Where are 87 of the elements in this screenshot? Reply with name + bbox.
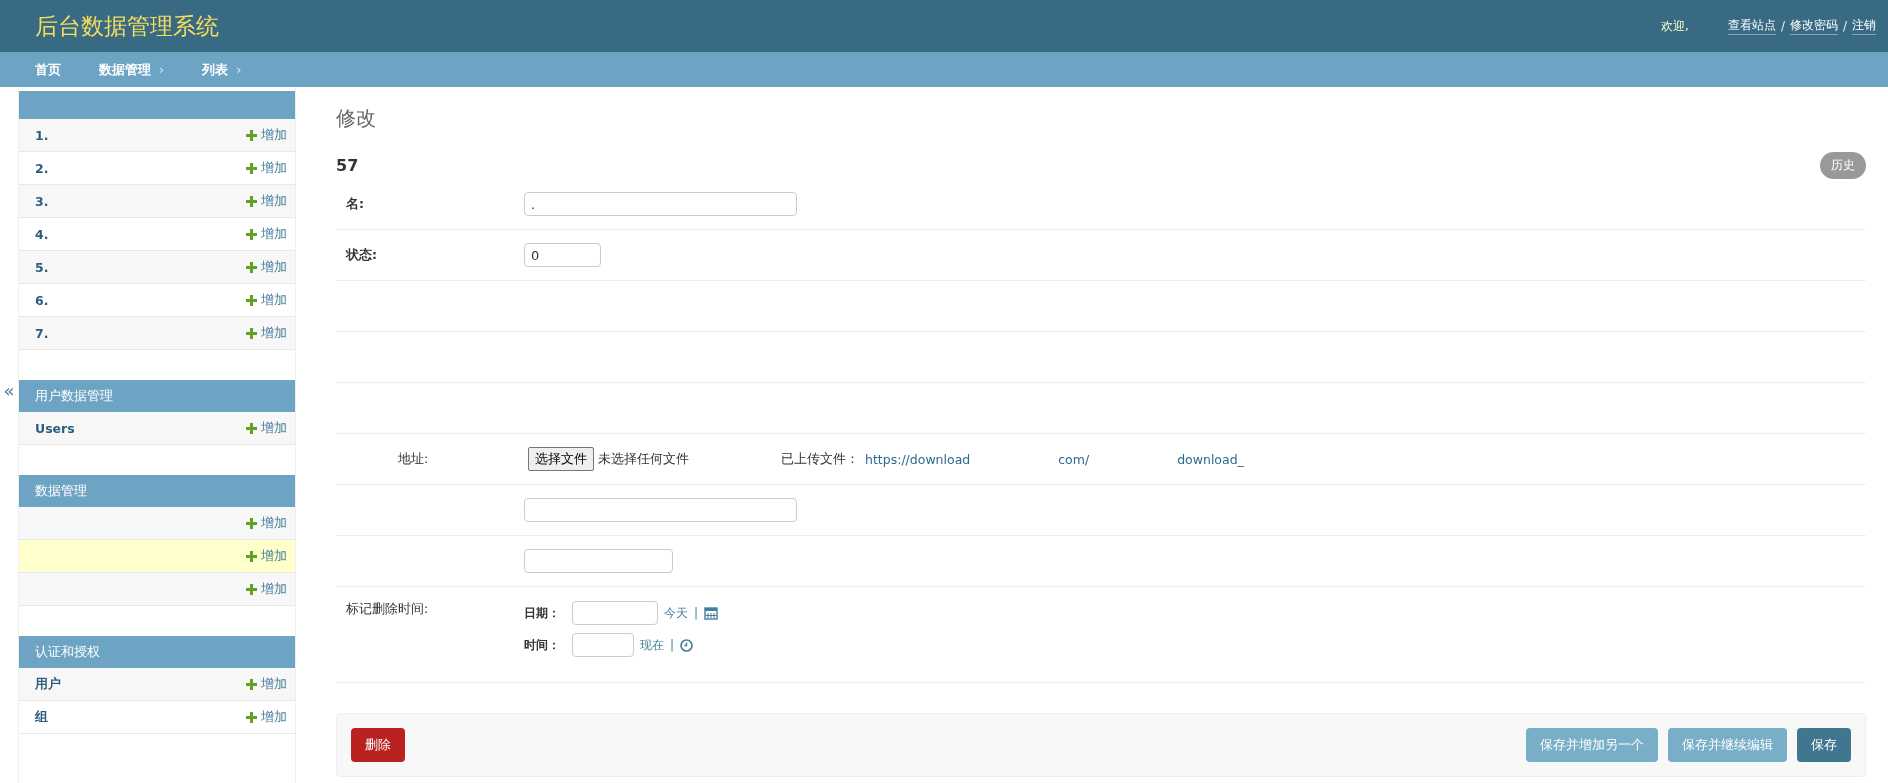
add-link[interactable]: 增加 xyxy=(246,547,287,565)
choose-file-button[interactable]: 选择文件 xyxy=(528,447,594,471)
text-field[interactable]: . xyxy=(524,192,797,216)
field-label: 标记删除时间: xyxy=(345,601,430,618)
field-label: 名: xyxy=(345,195,365,213)
date-label: 日期： xyxy=(524,604,561,622)
delete-button[interactable]: 删除 xyxy=(351,728,405,762)
file-link[interactable]: https://download xyxy=(865,451,971,467)
field-label: 状态: xyxy=(344,246,378,264)
plus-icon xyxy=(246,678,257,690)
calendar-icon[interactable] xyxy=(704,606,719,620)
welcome-text: 欢迎, xyxy=(1661,17,1689,35)
breadcrumb-separator: › xyxy=(159,62,165,77)
sidebar-item[interactable]: 7. 增加 xyxy=(19,317,295,350)
module-header: 数据管理 xyxy=(19,475,295,507)
sidebar-toggle[interactable]: « xyxy=(3,379,15,401)
model-link[interactable]: 用户 xyxy=(35,675,61,693)
add-link[interactable]: 增加 xyxy=(246,126,287,144)
divider-text: | xyxy=(670,638,675,652)
add-link[interactable]: 增加 xyxy=(246,192,287,210)
now-link[interactable]: 现在 xyxy=(640,636,664,654)
add-link[interactable]: 增加 xyxy=(246,580,287,598)
text-field[interactable] xyxy=(524,498,797,522)
model-link[interactable]: Users xyxy=(35,420,75,436)
plus-icon xyxy=(246,195,257,207)
separator-text: / xyxy=(1780,19,1785,33)
add-link[interactable]: 增加 xyxy=(246,514,287,532)
model-link[interactable]: 4. xyxy=(35,226,49,242)
model-link[interactable]: 6. xyxy=(35,292,49,308)
sidebar-item[interactable]: 组 增加 xyxy=(19,701,295,734)
plus-icon xyxy=(246,583,257,595)
plus-icon xyxy=(246,129,257,141)
save-button[interactable]: 保存 xyxy=(1797,728,1851,762)
model-link[interactable]: 5. xyxy=(35,259,49,275)
sidebar-item[interactable]: 增加 xyxy=(19,507,295,540)
plus-icon xyxy=(246,261,257,273)
plus-icon xyxy=(246,550,257,562)
separator-text: / xyxy=(1842,19,1847,33)
plus-icon xyxy=(246,228,257,240)
plus-icon xyxy=(246,517,257,529)
date-field[interactable] xyxy=(572,601,658,625)
file-link[interactable]: download_ xyxy=(1177,451,1244,467)
module-header: 认证和授权 xyxy=(19,636,295,668)
model-link[interactable]: 组 xyxy=(35,708,48,726)
module-header: 用户数据管理 xyxy=(19,380,295,412)
site-title: 后台数据管理系统 xyxy=(35,11,219,41)
sidebar-item[interactable]: 1. 增加 xyxy=(19,119,295,152)
sidebar-item[interactable]: 增加 xyxy=(19,540,295,573)
add-link[interactable]: 增加 xyxy=(246,675,287,693)
file-link[interactable]: com/ xyxy=(1058,451,1090,467)
add-link[interactable]: 增加 xyxy=(246,324,287,342)
model-link[interactable]: 7. xyxy=(35,325,49,341)
breadcrumb-separator: › xyxy=(236,62,242,77)
text-field[interactable] xyxy=(524,549,673,573)
add-link[interactable]: 增加 xyxy=(246,419,287,437)
file-status: 未选择任何文件 xyxy=(598,450,689,468)
sidebar-item[interactable]: 5. 增加 xyxy=(19,251,295,284)
user-link[interactable]: 注销 xyxy=(1852,17,1876,35)
model-link[interactable]: 2. xyxy=(35,160,49,176)
add-link[interactable]: 增加 xyxy=(246,708,287,726)
divider-text: | xyxy=(694,606,699,620)
sidebar-item[interactable]: 增加 xyxy=(19,573,295,606)
object-title: 57 xyxy=(336,156,359,175)
time-label: 时间： xyxy=(524,636,561,654)
user-link[interactable]: 修改密码 xyxy=(1789,17,1838,35)
clock-icon[interactable] xyxy=(680,638,694,652)
sidebar-item[interactable]: 用户 增加 xyxy=(19,668,295,701)
plus-icon xyxy=(246,711,257,723)
plus-icon xyxy=(246,422,257,434)
sidebar-item[interactable]: 3. 增加 xyxy=(19,185,295,218)
time-field[interactable] xyxy=(572,633,634,657)
add-link[interactable]: 增加 xyxy=(246,258,287,276)
add-link[interactable]: 增加 xyxy=(246,291,287,309)
model-link[interactable]: 1. xyxy=(35,127,49,143)
plus-icon xyxy=(246,327,257,339)
add-link[interactable]: 增加 xyxy=(246,159,287,177)
add-link[interactable]: 增加 xyxy=(246,225,287,243)
page-heading: 修改 xyxy=(336,105,377,132)
text-field[interactable]: 0 xyxy=(524,243,601,267)
sidebar-item[interactable]: Users 增加 xyxy=(19,412,295,445)
field-label: 地址: xyxy=(397,450,430,468)
model-link[interactable]: 3. xyxy=(35,193,49,209)
uploaded-label: 已上传文件： xyxy=(781,450,859,468)
today-link[interactable]: 今天 xyxy=(664,604,688,622)
plus-icon xyxy=(246,162,257,174)
user-link[interactable]: 查看站点 xyxy=(1727,17,1776,35)
plus-icon xyxy=(246,294,257,306)
